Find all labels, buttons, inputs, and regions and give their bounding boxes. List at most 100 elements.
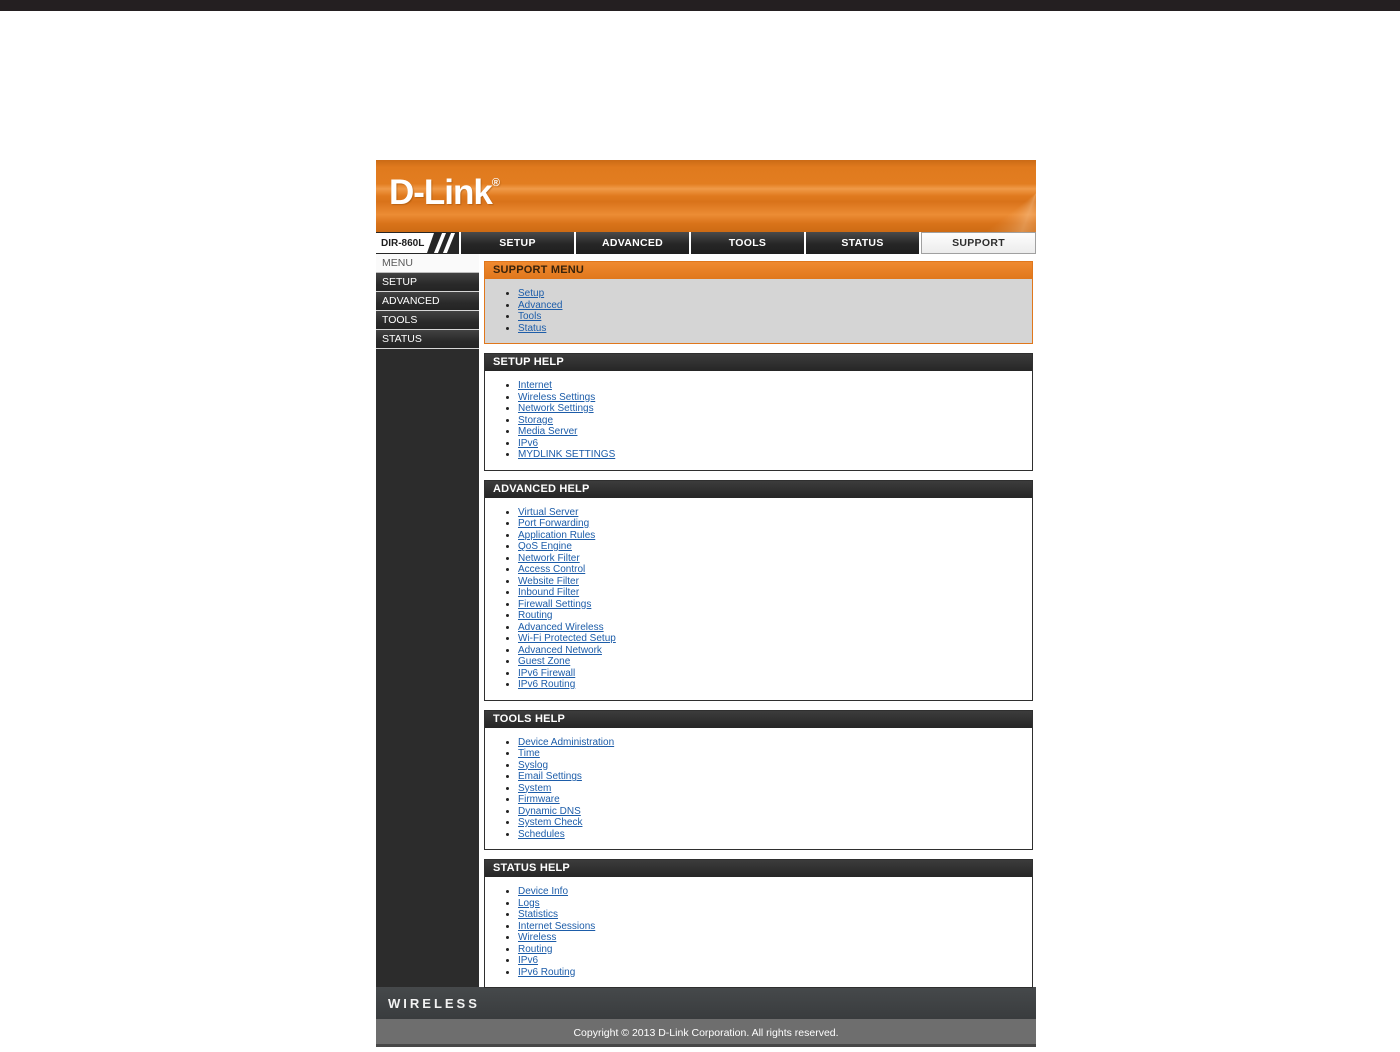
help-link[interactable]: System Check	[518, 817, 582, 828]
tab-advanced[interactable]: ADVANCED	[576, 232, 689, 254]
help-list-item: Wireless	[518, 932, 1022, 944]
advanced-help-link-list: Virtual ServerPort ForwardingApplication…	[485, 507, 1022, 691]
help-link[interactable]: Internet	[518, 380, 552, 391]
help-link[interactable]: Internet Sessions	[518, 921, 595, 932]
help-list-item: Email Settings	[518, 771, 1022, 783]
help-list-item: Routing	[518, 944, 1022, 956]
help-link[interactable]: Application Rules	[518, 530, 595, 541]
help-list-item: Syslog	[518, 760, 1022, 772]
help-link[interactable]: Tools	[518, 311, 541, 322]
help-list-item: Inbound Filter	[518, 587, 1022, 599]
help-list-item: Logs	[518, 898, 1022, 910]
help-link[interactable]: Schedules	[518, 829, 565, 840]
help-link[interactable]: Status	[518, 323, 546, 334]
help-link[interactable]: IPv6	[518, 438, 538, 449]
copyright-bar: Copyright © 2013 D-Link Corporation. All…	[376, 1019, 1036, 1047]
help-link[interactable]: Firmware	[518, 794, 560, 805]
sidebar-item-advanced[interactable]: ADVANCED	[376, 292, 479, 311]
tab-tools[interactable]: TOOLS	[691, 232, 804, 254]
help-list-item: Device Administration	[518, 737, 1022, 749]
help-list-item: Website Filter	[518, 576, 1022, 588]
help-link[interactable]: Setup	[518, 288, 544, 299]
help-link[interactable]: System	[518, 783, 551, 794]
dlink-logo: D-Link®	[389, 173, 500, 213]
help-link[interactable]: Advanced Wireless	[518, 622, 604, 633]
device-model-label: DIR-860L	[376, 233, 434, 253]
help-link[interactable]: MYDLINK SETTINGS	[518, 449, 615, 460]
help-list-item: Firewall Settings	[518, 599, 1022, 611]
help-list-item: Access Control	[518, 564, 1022, 576]
help-link[interactable]: IPv6	[518, 955, 538, 966]
tab-support[interactable]: SUPPORT	[921, 232, 1036, 254]
support-menu-link-list: SetupAdvancedToolsStatus	[485, 288, 1022, 334]
help-link[interactable]: Logs	[518, 898, 540, 909]
help-list-item: Device Info	[518, 886, 1022, 898]
help-link[interactable]: Website Filter	[518, 576, 579, 587]
help-link[interactable]: Dynamic DNS	[518, 806, 581, 817]
help-link[interactable]: QoS Engine	[518, 541, 572, 552]
wireless-logo: WIRELESS	[388, 995, 480, 1011]
tools-help-link-list: Device AdministrationTimeSyslogEmail Set…	[485, 737, 1022, 841]
help-link[interactable]: Email Settings	[518, 771, 582, 782]
help-list-item: Time	[518, 748, 1022, 760]
help-link[interactable]: Advanced	[518, 300, 562, 311]
help-link[interactable]: IPv6 Firewall	[518, 668, 575, 679]
section-title-advanced-help: ADVANCED HELP	[485, 480, 1032, 498]
help-list-item: Statistics	[518, 909, 1022, 921]
top-tab-bar: DIR-860L SETUP ADVANCED TOOLS STATUS SUP…	[376, 232, 1036, 254]
help-link[interactable]: Device Info	[518, 886, 568, 897]
help-list-item: Tools	[518, 311, 1022, 323]
help-link[interactable]: Time	[518, 748, 540, 759]
banner-chevron-decoration	[916, 160, 1036, 232]
help-link[interactable]: Statistics	[518, 909, 558, 920]
section-body-tools-help: Device AdministrationTimeSyslogEmail Set…	[485, 728, 1032, 850]
help-link[interactable]: Inbound Filter	[518, 587, 579, 598]
help-list-item: Status	[518, 323, 1022, 335]
help-link[interactable]: IPv6 Routing	[518, 679, 575, 690]
section-body-advanced-help: Virtual ServerPort ForwardingApplication…	[485, 498, 1032, 700]
section-support-menu: SUPPORT MENU SetupAdvancedToolsStatus	[484, 261, 1033, 344]
help-link[interactable]: Port Forwarding	[518, 518, 589, 529]
help-link[interactable]: Wireless Settings	[518, 392, 595, 403]
help-list-item: IPv6 Routing	[518, 679, 1022, 691]
help-list-item: Wireless Settings	[518, 392, 1022, 404]
help-link[interactable]: Network Filter	[518, 553, 580, 564]
section-body-setup-help: InternetWireless SettingsNetwork Setting…	[485, 371, 1032, 470]
help-list-item: IPv6	[518, 438, 1022, 450]
help-link[interactable]: Wireless	[518, 932, 556, 943]
help-link[interactable]: Wi-Fi Protected Setup	[518, 633, 616, 644]
dlink-logo-text: D-Link	[389, 173, 493, 212]
device-model-cell: DIR-860L	[376, 232, 459, 254]
sidebar-item-menu[interactable]: MENU	[376, 254, 479, 273]
help-list-item: Advanced Network	[518, 645, 1022, 657]
help-link[interactable]: Guest Zone	[518, 656, 570, 667]
help-link[interactable]: IPv6 Routing	[518, 967, 575, 978]
help-link[interactable]: Firewall Settings	[518, 599, 591, 610]
help-list-item: QoS Engine	[518, 541, 1022, 553]
tab-status[interactable]: STATUS	[806, 232, 919, 254]
help-link[interactable]: Advanced Network	[518, 645, 602, 656]
help-link[interactable]: Syslog	[518, 760, 548, 771]
help-link[interactable]: Routing	[518, 944, 552, 955]
section-status-help: STATUS HELP Device InfoLogsStatisticsInt…	[484, 859, 1033, 988]
sidebar-item-tools[interactable]: TOOLS	[376, 311, 479, 330]
help-link[interactable]: Device Administration	[518, 737, 614, 748]
help-list-item: Firmware	[518, 794, 1022, 806]
help-list-item: Network Settings	[518, 403, 1022, 415]
section-advanced-help: ADVANCED HELP Virtual ServerPort Forward…	[484, 479, 1033, 701]
section-tools-help: TOOLS HELP Device AdministrationTimeSysl…	[484, 709, 1033, 850]
help-list-item: Storage	[518, 415, 1022, 427]
help-link[interactable]: Storage	[518, 415, 553, 426]
router-admin-window: D-Link® DIR-860L SETUP ADVANCED TOOLS ST…	[376, 160, 1036, 1047]
help-list-item: Schedules	[518, 829, 1022, 841]
sidebar-item-status[interactable]: STATUS	[376, 330, 479, 349]
help-list-item: Application Rules	[518, 530, 1022, 542]
help-link[interactable]: Access Control	[518, 564, 585, 575]
sidebar-item-setup[interactable]: SETUP	[376, 273, 479, 292]
help-link[interactable]: Virtual Server	[518, 507, 578, 518]
tab-setup[interactable]: SETUP	[461, 232, 574, 254]
help-link[interactable]: Routing	[518, 610, 552, 621]
help-link[interactable]: Media Server	[518, 426, 577, 437]
help-link[interactable]: Network Settings	[518, 403, 594, 414]
help-list-item: System Check	[518, 817, 1022, 829]
